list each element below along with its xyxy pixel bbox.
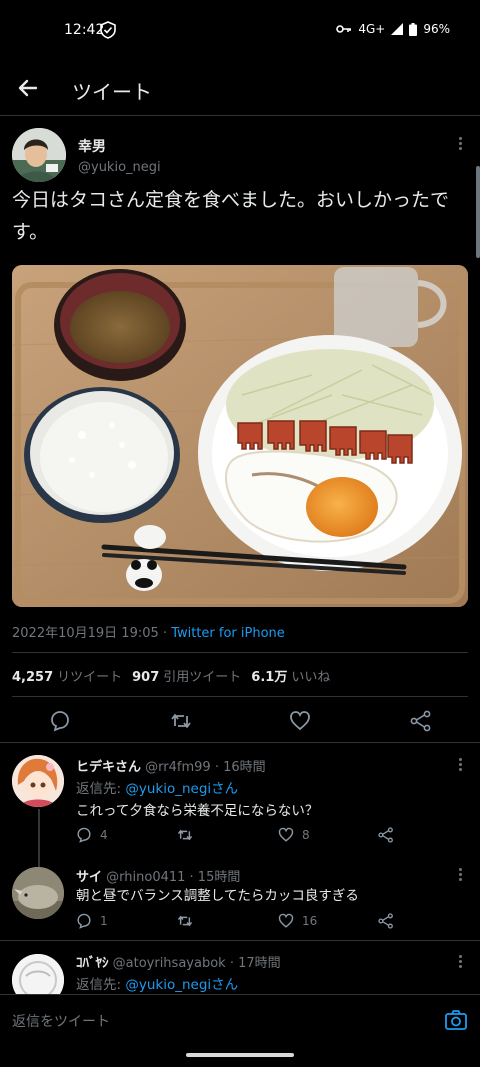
- reply-author-name[interactable]: ｺﾊﾞﾔｼ: [76, 956, 109, 971]
- reply-to-handle[interactable]: @yukio_negiさん: [125, 781, 238, 797]
- tweet-source-link[interactable]: Twitter for iPhone: [171, 626, 285, 641]
- reply-author-handle[interactable]: @atoyrihsayabok: [113, 956, 226, 971]
- reply-text: 朝と昼でバランス調整してたらカッコ良すぎる: [76, 888, 359, 904]
- share-icon[interactable]: [410, 710, 432, 732]
- reply-to-label: 返信先:: [76, 977, 122, 993]
- reply-header: ｺﾊﾞﾔｼ @atoyrihsayabok · 17時間: [76, 952, 281, 971]
- like-count: 16: [302, 914, 318, 928]
- reply-header: ヒデキさん @rr4fm99 · 16時間: [76, 756, 266, 775]
- reply-author-handle[interactable]: @rhino0411: [106, 870, 185, 885]
- like-count: 8: [302, 828, 310, 842]
- timestamp-text: 2022年10月19日 19:05: [12, 626, 159, 641]
- likes-stat[interactable]: 6.1万 いいね: [251, 666, 330, 685]
- reply-item[interactable]: サイ @rhino0411 · 15時間 朝と昼でバランス調整してたらカッコ良す…: [0, 857, 480, 941]
- more-options-icon[interactable]: [452, 954, 468, 970]
- status-time: 12:42: [64, 22, 105, 38]
- reply-retweet-button[interactable]: [176, 913, 202, 929]
- divider: [12, 696, 468, 697]
- reply-like-button[interactable]: 8: [278, 827, 310, 843]
- heart-icon: [278, 913, 294, 928]
- reply-icon[interactable]: [49, 710, 71, 732]
- reply-icon: [77, 827, 91, 843]
- timestamp-separator: ·: [162, 626, 168, 641]
- author-avatar[interactable]: [12, 128, 66, 182]
- reply-author-handle[interactable]: @rr4fm99: [145, 760, 211, 775]
- reply-author-name[interactable]: ヒデキさん: [76, 760, 141, 775]
- page-title: ツイート: [72, 80, 152, 104]
- reply-composer-bar: 返信をツイート: [0, 994, 480, 1044]
- reply-like-button[interactable]: 16: [278, 913, 317, 929]
- reply-reply-button[interactable]: 1: [76, 913, 108, 929]
- reply-author-name[interactable]: サイ: [76, 870, 102, 885]
- camera-icon[interactable]: [444, 1009, 468, 1031]
- reply-time: · 15時間: [189, 870, 241, 885]
- reply-text: これって夕食なら栄養不足にならない？: [76, 803, 319, 819]
- reply-header: サイ @rhino0411 · 15時間: [76, 866, 240, 885]
- reply-avatar[interactable]: [12, 755, 64, 807]
- more-options-icon[interactable]: [452, 136, 468, 152]
- reply-item[interactable]: ヒデキさん @rr4fm99 · 16時間 返信先: @yukio_negiさん…: [0, 743, 480, 873]
- reply-input[interactable]: 返信をツイート: [12, 1011, 110, 1031]
- reply-time: · 16時間: [214, 760, 266, 775]
- reply-time: · 17時間: [229, 956, 281, 971]
- reply-actions: 4 8: [76, 827, 406, 847]
- reply-to-label: 返信先:: [76, 781, 122, 797]
- scrollbar[interactable]: [476, 166, 480, 258]
- share-icon: [378, 827, 393, 843]
- reply-to-line: 返信先: @yukio_negiさん: [76, 777, 238, 797]
- key-icon: [336, 25, 352, 33]
- reply-retweet-button[interactable]: [176, 827, 202, 843]
- meal-photo-illustration: [12, 265, 468, 607]
- status-icons: 4G+ 96%: [336, 22, 450, 36]
- heart-icon: [278, 827, 294, 842]
- more-options-icon[interactable]: [452, 757, 468, 773]
- reply-icon: [77, 913, 91, 929]
- retweets-stat[interactable]: 4,257 リツイート: [12, 666, 122, 685]
- battery-level: 96%: [423, 22, 450, 36]
- quotes-stat[interactable]: 907 引用ツイート: [132, 666, 241, 685]
- author-name[interactable]: 幸男: [78, 136, 106, 156]
- home-indicator[interactable]: [186, 1053, 294, 1057]
- more-options-icon[interactable]: [452, 867, 468, 883]
- back-arrow-icon[interactable]: [14, 74, 42, 102]
- signal-icon: [391, 23, 404, 35]
- retweet-icon[interactable]: [170, 710, 192, 732]
- reply-avatar[interactable]: [12, 954, 64, 994]
- reply-reply-button[interactable]: 4: [76, 827, 108, 843]
- reply-share-button[interactable]: [378, 827, 394, 843]
- battery-icon: [409, 22, 418, 36]
- author-handle[interactable]: @yukio_negi: [78, 160, 161, 175]
- network-type: 4G+: [358, 22, 386, 36]
- top-app-bar: ツイート: [0, 62, 480, 116]
- tweet-stats: 4,257 リツイート 907 引用ツイート 6.1万 いいね: [12, 666, 330, 685]
- status-bar: 12:42 4G+ 96%: [0, 0, 480, 60]
- share-icon: [378, 913, 393, 929]
- reply-to-line: 返信先: @yukio_negiさん: [76, 973, 238, 993]
- tweet-actions: [0, 700, 480, 742]
- reply-share-button[interactable]: [378, 913, 394, 929]
- tweet-photo[interactable]: [12, 265, 468, 607]
- heart-icon[interactable]: [289, 710, 311, 732]
- tweet-timestamp: 2022年10月19日 19:05 · Twitter for iPhone: [12, 622, 285, 641]
- reply-to-handle[interactable]: @yukio_negiさん: [125, 977, 238, 993]
- retweet-icon: [177, 915, 193, 927]
- reply-actions: 1 16: [76, 913, 406, 933]
- reply-count: 1: [100, 914, 108, 928]
- shield-icon: [100, 21, 116, 39]
- divider: [12, 652, 468, 653]
- retweet-icon: [177, 829, 193, 841]
- reply-item[interactable]: ｺﾊﾞﾔｼ @atoyrihsayabok · 17時間 返信先: @yukio…: [0, 942, 480, 994]
- reply-avatar[interactable]: [12, 867, 64, 919]
- tweet-text: 今日はタコさん定食を食べました。おいしかったです。: [12, 189, 450, 243]
- reply-count: 4: [100, 828, 108, 842]
